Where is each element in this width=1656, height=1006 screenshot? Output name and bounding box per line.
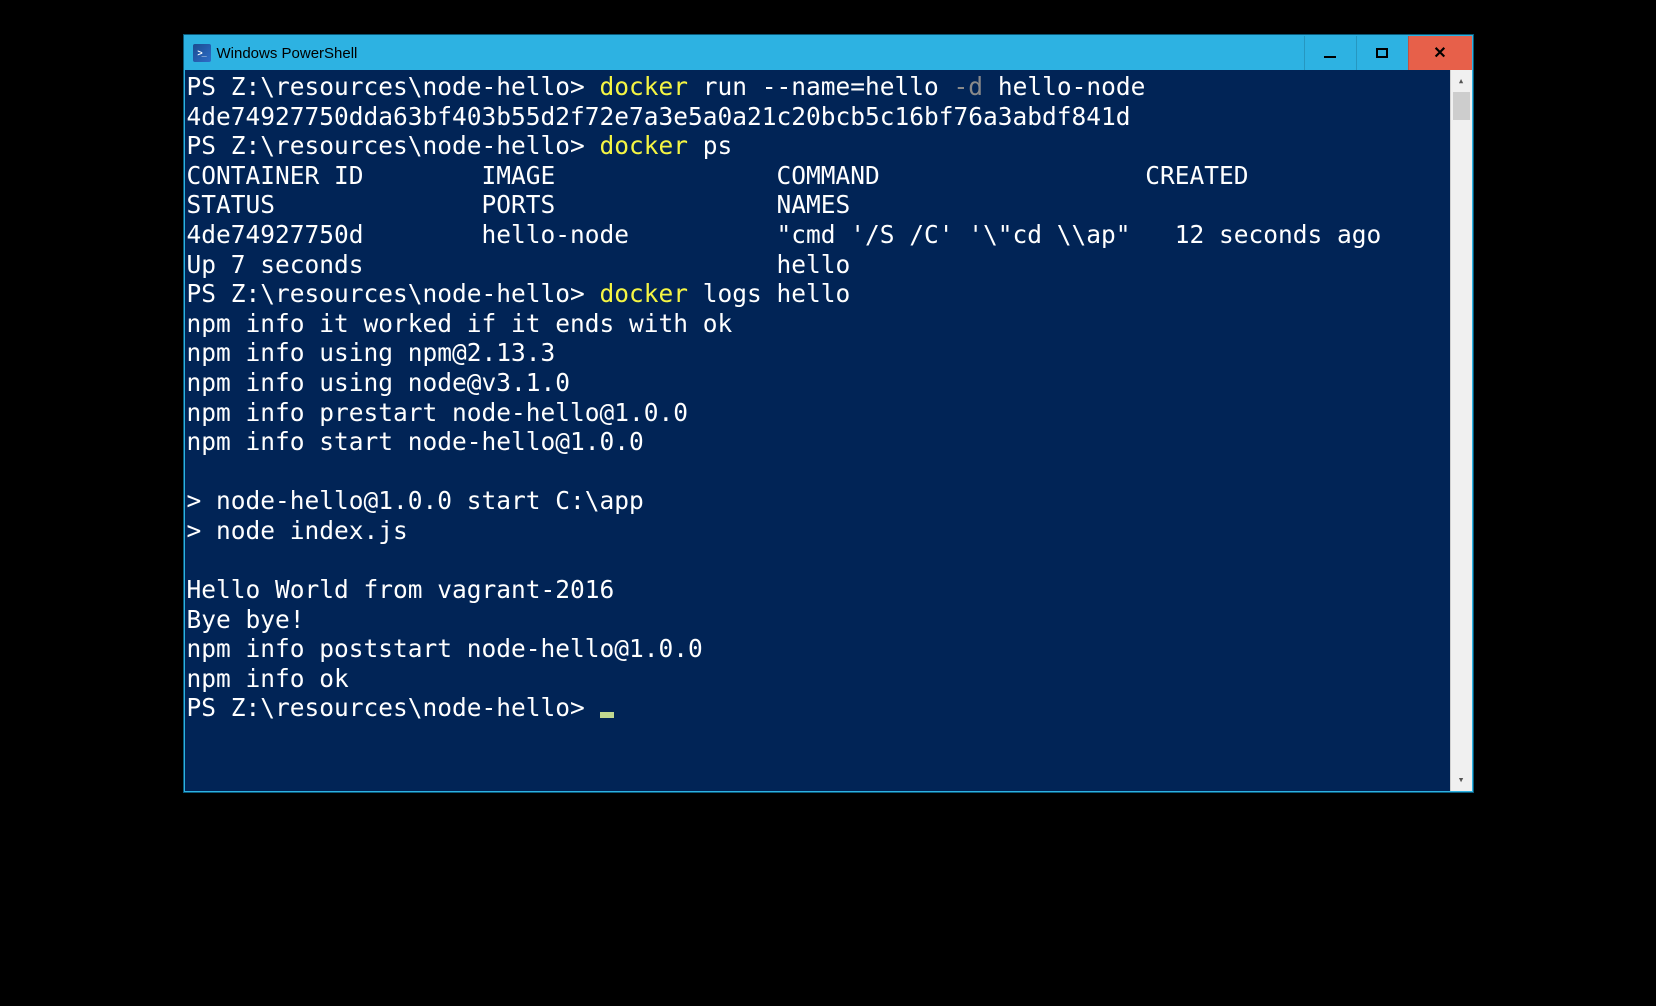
vertical-scrollbar[interactable]: ▴ ▾	[1450, 70, 1472, 791]
scroll-up-button[interactable]: ▴	[1451, 70, 1472, 92]
scroll-down-button[interactable]: ▾	[1451, 769, 1472, 791]
minimize-button[interactable]	[1304, 36, 1356, 70]
close-icon: ✕	[1433, 43, 1446, 63]
titlebar[interactable]: Windows PowerShell ✕	[185, 36, 1472, 70]
titlebar-left: Windows PowerShell	[185, 36, 1304, 70]
powershell-icon	[193, 44, 211, 62]
cursor	[600, 712, 614, 718]
scrollbar-thumb[interactable]	[1453, 92, 1470, 120]
close-button[interactable]: ✕	[1408, 36, 1472, 70]
scrollbar-track[interactable]	[1451, 92, 1472, 769]
maximize-icon	[1376, 48, 1388, 58]
maximize-button[interactable]	[1356, 36, 1408, 70]
minimize-icon	[1324, 56, 1336, 58]
window-title: Windows PowerShell	[217, 45, 358, 62]
window-controls: ✕	[1304, 36, 1472, 70]
client-area: PS Z:\resources\node-hello> docker run -…	[185, 70, 1472, 791]
terminal-output[interactable]: PS Z:\resources\node-hello> docker run -…	[185, 70, 1450, 791]
powershell-window: Windows PowerShell ✕ PS Z:\resources\nod…	[184, 35, 1473, 792]
